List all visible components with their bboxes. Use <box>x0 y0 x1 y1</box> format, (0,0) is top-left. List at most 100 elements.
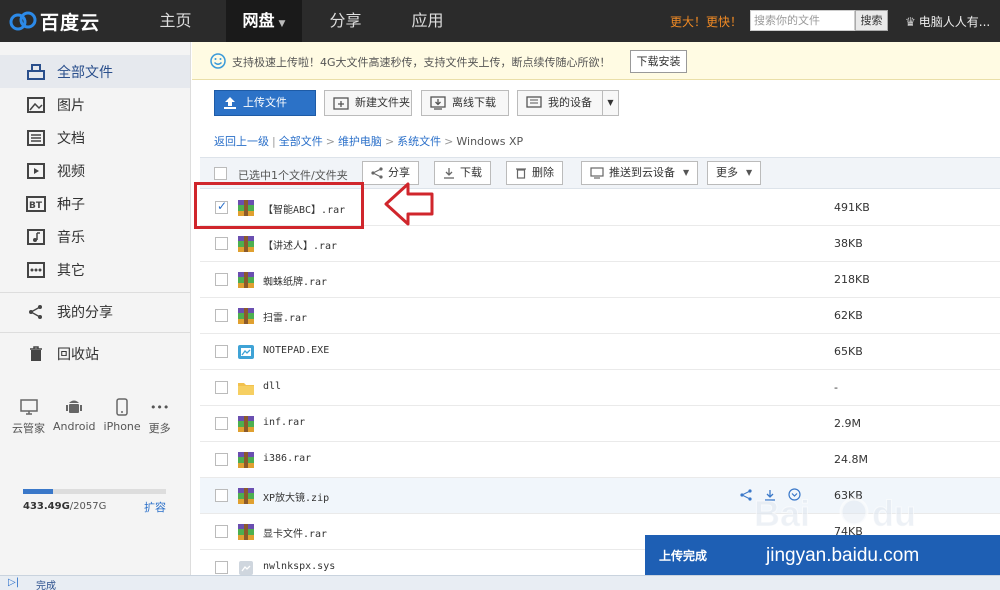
image-icon <box>26 96 46 114</box>
more-button[interactable]: 更多 ▼ <box>707 161 762 185</box>
upload-icon <box>223 96 237 110</box>
breadcrumb-sep: > <box>444 135 454 148</box>
baidu-cloud-logo[interactable]: 百度云 <box>8 7 100 35</box>
expand-storage-link[interactable]: 扩容 <box>144 499 166 515</box>
file-checkbox[interactable] <box>215 381 228 394</box>
file-name[interactable]: 扫雷.rar <box>263 309 307 324</box>
notice-text: 支持极速上传啦！4G大文件高速秒传，支持文件夹上传，断点续传随心所欲！ <box>232 56 611 69</box>
file-checkbox[interactable] <box>215 417 228 430</box>
row-actions <box>740 488 813 501</box>
device-label: Android <box>53 420 96 433</box>
promo-link[interactable]: 更大！更快！ <box>670 13 742 30</box>
sidebar-item-recycle-bin[interactable]: 回收站 <box>0 337 190 370</box>
file-checkbox[interactable] <box>215 309 228 322</box>
file-row[interactable]: 【讲述人】.rar 38KB <box>200 226 1000 262</box>
file-row[interactable]: NOTEPAD.EXE 65KB <box>200 334 1000 370</box>
svg-text:BT: BT <box>29 201 43 211</box>
file-name[interactable]: XP放大镜.zip <box>263 489 329 504</box>
device-android[interactable]: Android <box>53 396 96 436</box>
file-checkbox[interactable] <box>215 345 228 358</box>
push-to-device-button[interactable]: 推送到云设备 ▼ <box>581 161 699 185</box>
sidebar-item-video[interactable]: 视频 <box>0 154 190 187</box>
sidebar-item-label: 回收站 <box>57 346 99 363</box>
new-folder-button[interactable]: 新建文件夹 <box>324 90 412 116</box>
download-install-button[interactable]: 下载安装 <box>630 50 687 73</box>
sidebar-item-torrent[interactable]: BT 种子 <box>0 187 190 220</box>
file-name[interactable]: 显卡文件.rar <box>263 525 327 540</box>
file-name[interactable]: dll <box>263 381 281 392</box>
select-all-checkbox[interactable] <box>214 167 227 180</box>
file-checkbox[interactable] <box>215 273 228 286</box>
offline-download-button[interactable]: 离线下载 <box>421 90 509 116</box>
quota-bar <box>23 489 166 494</box>
device-more[interactable]: ••• 更多 <box>149 396 171 436</box>
rar-file-icon <box>238 272 254 288</box>
search-button[interactable]: 搜索 <box>855 10 888 31</box>
breadcrumb-back[interactable]: 返回上一级 <box>214 135 269 148</box>
file-row[interactable]: 扫雷.rar 62KB <box>200 298 1000 334</box>
folder-icon <box>238 380 254 396</box>
download-button[interactable]: 下载 <box>434 161 491 185</box>
music-icon <box>26 228 46 246</box>
delete-button[interactable]: 删除 <box>506 161 563 185</box>
device-iphone[interactable]: iPhone <box>104 396 141 436</box>
file-row[interactable]: inf.rar 2.9M <box>200 406 1000 442</box>
play-icon[interactable]: ▷| <box>8 577 19 588</box>
device-desktop[interactable]: 云管家 <box>12 396 45 436</box>
file-row[interactable]: dll - <box>200 370 1000 406</box>
nav-netdisk-label: 网盘 <box>242 11 275 30</box>
nav-share[interactable]: 分享 <box>318 0 373 42</box>
rar-file-icon <box>238 452 254 468</box>
file-name[interactable]: NOTEPAD.EXE <box>263 345 329 356</box>
upload-button[interactable]: 上传文件 <box>214 90 316 116</box>
download-icon[interactable] <box>764 488 776 501</box>
smile-icon <box>210 53 226 72</box>
chevron-down-icon[interactable]: ▼ <box>602 91 618 115</box>
user-menu[interactable]: ♛ 电脑人人有... <box>905 13 990 30</box>
more-options-icon[interactable] <box>788 488 801 501</box>
sidebar-item-docs[interactable]: 文档 <box>0 121 190 154</box>
my-devices-button[interactable]: 我的设备 ▼ <box>517 90 619 116</box>
quota-total: 2057G <box>73 501 107 512</box>
breadcrumb-item[interactable]: 系统文件 <box>397 135 441 148</box>
file-name[interactable]: i386.rar <box>263 453 311 464</box>
breadcrumb-item[interactable]: 全部文件 <box>279 135 323 148</box>
sidebar-item-music[interactable]: 音乐 <box>0 220 190 253</box>
file-name[interactable]: nwlnkspx.sys <box>263 561 335 572</box>
toolbar: 上传文件 新建文件夹 离线下载 我的设备 ▼ <box>192 90 1000 116</box>
file-row[interactable]: 蜘蛛纸牌.rar 218KB <box>200 262 1000 298</box>
breadcrumb-sep: > <box>384 135 395 148</box>
other-icon <box>26 261 46 279</box>
file-size: 62KB <box>834 309 863 322</box>
nav-apps[interactable]: 应用 <box>400 0 455 42</box>
breadcrumb-item[interactable]: 维护电脑 <box>338 135 382 148</box>
sys-file-icon <box>238 560 254 576</box>
file-checkbox[interactable] <box>215 489 228 502</box>
file-checkbox[interactable] <box>215 237 228 250</box>
nav-netdisk[interactable]: 网盘 ▼ <box>226 0 302 42</box>
nav-home[interactable]: 主页 <box>148 0 203 42</box>
sidebar-item-my-share[interactable]: 我的分享 <box>0 295 190 328</box>
crown-icon: ♛ <box>905 15 916 29</box>
status-text: 完成 <box>36 581 56 590</box>
file-name[interactable]: 【讲述人】.rar <box>263 237 337 252</box>
quota-text: 433.49G/2057G <box>23 501 107 512</box>
offline-download-label: 离线下载 <box>452 96 496 109</box>
file-checkbox[interactable] <box>215 453 228 466</box>
file-checkbox[interactable] <box>215 561 228 574</box>
file-row[interactable]: XP放大镜.zip 63KB <box>200 478 1000 514</box>
file-name[interactable]: 蜘蛛纸牌.rar <box>263 273 327 288</box>
status-bar: ▷| 完成 <box>0 575 1000 590</box>
search-input[interactable]: 搜索你的文件 <box>750 10 855 31</box>
file-row[interactable]: i386.rar 24.8M <box>200 442 1000 478</box>
file-name[interactable]: inf.rar <box>263 417 305 428</box>
share-icon[interactable] <box>740 488 752 501</box>
phone-icon <box>104 396 141 418</box>
sidebar-item-images[interactable]: 图片 <box>0 88 190 121</box>
sidebar-item-label: 视频 <box>57 163 85 180</box>
sidebar-item-all-files[interactable]: 全部文件 <box>0 55 190 88</box>
file-checkbox[interactable] <box>215 525 228 538</box>
sidebar-item-other[interactable]: 其它 <box>0 253 190 286</box>
chevron-down-icon: ▼ <box>746 168 753 177</box>
exe-file-icon <box>238 344 254 360</box>
